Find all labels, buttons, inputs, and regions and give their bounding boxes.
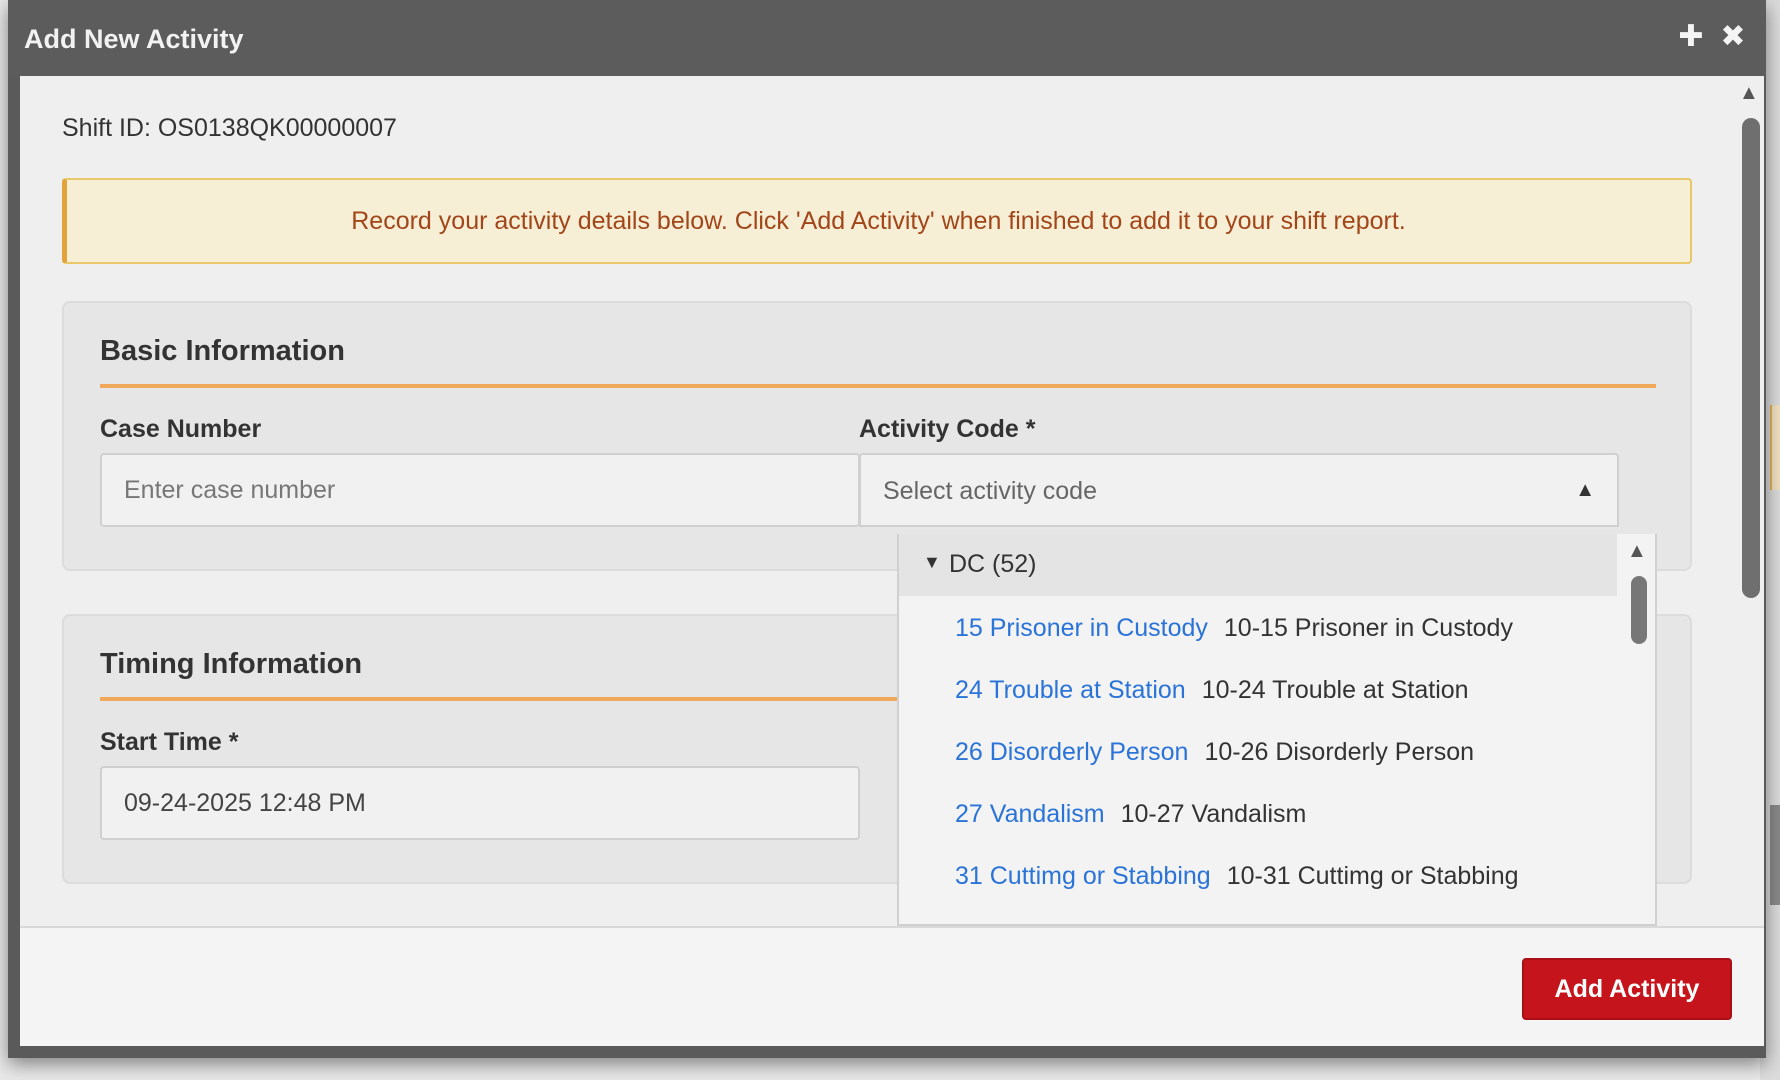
section-divider xyxy=(100,384,1656,388)
shift-id: Shift ID: OS0138QK00000007 xyxy=(62,114,397,142)
dropdown-option[interactable]: 31 Cuttimg or Stabbing 10-31 Cuttimg or S… xyxy=(899,844,1617,906)
scrollbar-thumb[interactable] xyxy=(1631,576,1647,644)
scroll-up-icon[interactable]: ▲ xyxy=(1627,540,1647,563)
background-panel-dark xyxy=(1770,805,1780,905)
dropdown-group-dc[interactable]: ▼ DC (52) xyxy=(899,534,1617,596)
dropdown-option[interactable]: 24 Trouble at Station 10-24 Trouble at St… xyxy=(899,658,1617,720)
caret-up-icon: ▲ xyxy=(1575,479,1595,501)
dialog-title: Add New Activity xyxy=(24,24,244,54)
section-title-timing: Timing Information xyxy=(100,648,363,680)
dialog-footer: Add Activity xyxy=(20,926,1764,1046)
option-code: 26 Disorderly Person xyxy=(955,738,1189,766)
chevron-down-icon: ▼ xyxy=(923,552,941,572)
scrollbar-thumb[interactable] xyxy=(1742,118,1760,598)
dropdown-scrollbar[interactable]: ▲ xyxy=(1621,534,1655,924)
option-description: 10-31 Cuttimg or Stabbing xyxy=(1226,862,1519,890)
plus-icon[interactable]: ✚ xyxy=(1676,22,1706,52)
option-code: 31 Cuttimg or Stabbing xyxy=(955,862,1211,890)
option-description: 10-24 Trouble at Station xyxy=(1201,676,1469,704)
option-description: 10-27 Vandalism xyxy=(1120,800,1307,828)
dialog-scrollbar[interactable]: ▲ xyxy=(1734,76,1764,926)
option-code: 15 Prisoner in Custody xyxy=(955,614,1208,642)
activity-code-placeholder: Select activity code xyxy=(883,477,1097,505)
option-description: 10-26 Disorderly Person xyxy=(1204,738,1475,766)
activity-code-dropdown: ▼ DC (52) 15 Prisoner in Custody 10-15 Pr… xyxy=(897,534,1657,926)
close-icon[interactable]: ✖ xyxy=(1718,22,1748,52)
add-activity-dialog: Add New Activity ✚ ✖ Shift ID: OS0138QK0… xyxy=(8,0,1766,1058)
dropdown-option[interactable]: 27 Vandalism 10-27 Vandalism xyxy=(899,782,1617,844)
option-code: 27 Vandalism xyxy=(955,800,1105,828)
dropdown-option[interactable]: 15 Prisoner in Custody 10-15 Prisoner in … xyxy=(899,596,1617,658)
basic-information-section: Basic Information Case Number Activity C… xyxy=(62,301,1692,571)
activity-code-label: Activity Code * xyxy=(859,415,1036,443)
start-time-label: Start Time * xyxy=(100,728,239,756)
section-title-basic: Basic Information xyxy=(100,335,345,367)
scroll-up-icon[interactable]: ▲ xyxy=(1739,82,1759,105)
info-notice: Record your activity details below. Clic… xyxy=(62,178,1692,264)
dropdown-option[interactable]: 26 Disorderly Person 10-26 Disorderly Per… xyxy=(899,720,1617,782)
dropdown-group-label: DC (52) xyxy=(949,550,1037,578)
case-number-input[interactable] xyxy=(100,453,860,527)
activity-code-select[interactable]: Select activity code ▲ xyxy=(859,453,1619,527)
option-description: 10-15 Prisoner in Custody xyxy=(1223,614,1513,642)
dialog-titlebar: Add New Activity ✚ ✖ xyxy=(8,0,1766,76)
option-code: 24 Trouble at Station xyxy=(955,676,1186,704)
start-time-input[interactable] xyxy=(100,766,860,840)
case-number-label: Case Number xyxy=(100,415,262,443)
background-panel xyxy=(1770,405,1780,490)
add-activity-button[interactable]: Add Activity xyxy=(1522,958,1732,1020)
